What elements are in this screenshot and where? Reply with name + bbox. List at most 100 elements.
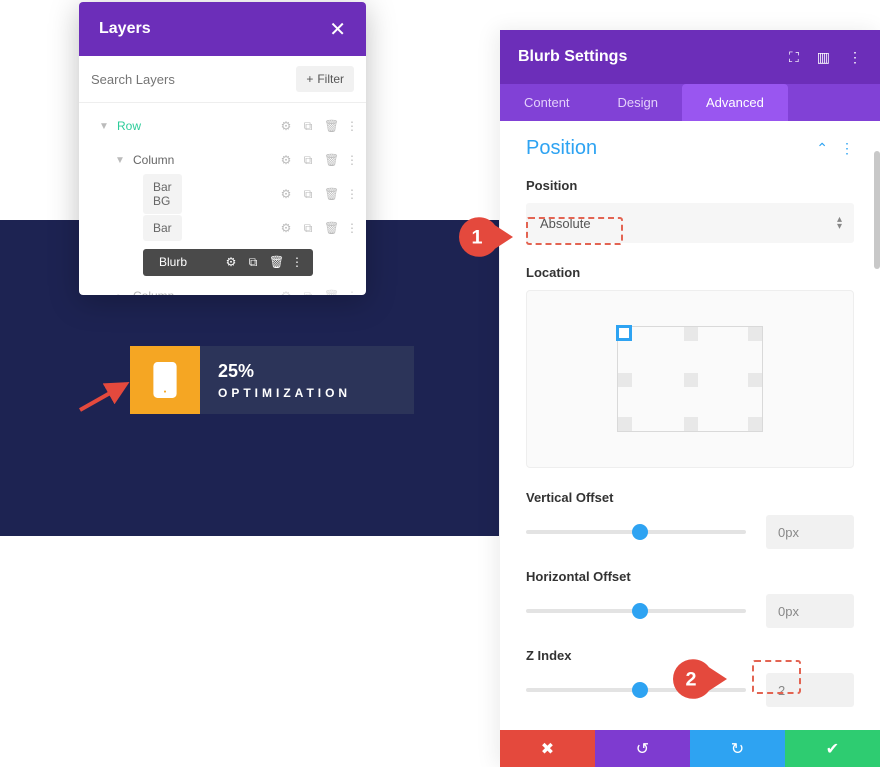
tab-content[interactable]: Content bbox=[500, 84, 594, 121]
columns-icon[interactable]: ▥ bbox=[817, 49, 830, 66]
anchor-middle-left[interactable] bbox=[618, 373, 632, 387]
badge-percent: 25% bbox=[218, 361, 351, 382]
section-title: Position bbox=[526, 137, 597, 160]
hoffset-value[interactable]: 0px bbox=[766, 594, 854, 628]
trash-icon[interactable]: 🗑 bbox=[324, 187, 336, 202]
voffset-slider[interactable] bbox=[526, 530, 746, 534]
tab-advanced[interactable]: Advanced bbox=[682, 84, 788, 121]
scrollbar[interactable] bbox=[874, 151, 880, 269]
layer-name: Column bbox=[127, 289, 280, 295]
slider-thumb[interactable] bbox=[632, 682, 648, 698]
trash-icon[interactable]: 🗑 bbox=[324, 289, 336, 296]
trash-icon[interactable]: 🗑 bbox=[324, 119, 336, 134]
select-caret-icon: ▴▾ bbox=[837, 216, 842, 230]
dots-icon[interactable]: ⋮ bbox=[840, 140, 854, 157]
slider-thumb[interactable] bbox=[632, 603, 648, 619]
layer-name: Bar bbox=[143, 215, 182, 241]
dots-icon[interactable]: ⋮ bbox=[346, 289, 358, 296]
gear-icon[interactable]: ⚙ bbox=[225, 255, 237, 270]
layer-module[interactable]: Bar BG ⚙ ⧉ 🗑 ⋮ bbox=[79, 177, 366, 211]
chevron-down-icon[interactable]: ▼ bbox=[113, 155, 127, 166]
gear-icon[interactable]: ⚙ bbox=[280, 153, 292, 168]
layer-controls: ⚙ ⧉ 🗑 ⋮ bbox=[280, 153, 358, 168]
location-label: Location bbox=[526, 265, 854, 280]
layer-module[interactable]: Bar ⚙ ⧉ 🗑 ⋮ bbox=[79, 211, 366, 245]
layer-controls: ⚙ ⧉ 🗑 ⋮ bbox=[280, 187, 358, 202]
position-select[interactable]: Absolute ▴▾ bbox=[526, 203, 854, 243]
gear-icon[interactable]: ⚙ bbox=[280, 221, 292, 236]
anchor-bottom-center[interactable] bbox=[684, 417, 698, 431]
layer-controls: ⚙ ⧉ 🗑 ⋮ bbox=[280, 119, 358, 134]
trash-icon[interactable]: 🗑 bbox=[324, 221, 336, 236]
layer-row[interactable]: ▼ Row ⚙ ⧉ 🗑 ⋮ bbox=[79, 109, 366, 143]
settings-body: Position ⌃ ⋮ Position Absolute ▴▾ Locati… bbox=[500, 121, 880, 730]
dots-icon[interactable]: ⋮ bbox=[848, 49, 862, 66]
hoffset-label: Horizontal Offset bbox=[526, 569, 854, 584]
anchor-middle-right[interactable] bbox=[748, 373, 762, 387]
slider-thumb[interactable] bbox=[632, 524, 648, 540]
duplicate-icon[interactable]: ⧉ bbox=[302, 221, 314, 236]
chevron-up-icon[interactable]: ⌃ bbox=[816, 140, 828, 157]
filter-button[interactable]: + Filter bbox=[296, 66, 354, 92]
trash-icon[interactable]: 🗑 bbox=[269, 255, 281, 270]
redo-button[interactable]: ↻ bbox=[690, 730, 785, 767]
dots-icon[interactable]: ⋮ bbox=[291, 255, 303, 270]
position-value: Absolute bbox=[540, 216, 591, 231]
duplicate-icon[interactable]: ⧉ bbox=[302, 153, 314, 168]
layers-panel: Layers ✕ + Filter ▼ Row ⚙ ⧉ 🗑 ⋮ ▼ Column… bbox=[79, 2, 366, 295]
location-grid-9 bbox=[617, 326, 763, 432]
anchor-top-right[interactable] bbox=[748, 327, 762, 341]
chevron-right-icon[interactable]: ▸ bbox=[113, 291, 127, 296]
dots-icon[interactable]: ⋮ bbox=[346, 187, 358, 202]
layer-column[interactable]: ▼ Column ⚙ ⧉ 🗑 ⋮ bbox=[79, 143, 366, 177]
hoffset-row: 0px bbox=[526, 594, 854, 628]
settings-title: Blurb Settings bbox=[518, 48, 627, 66]
close-icon[interactable]: ✕ bbox=[329, 17, 346, 42]
anchor-bottom-left[interactable] bbox=[618, 417, 632, 431]
settings-header: Blurb Settings ⛶ ▥ ⋮ bbox=[500, 30, 880, 84]
layer-module-selected[interactable]: Blurb ⚙ ⧉ 🗑 ⋮ bbox=[79, 245, 366, 279]
filter-label: Filter bbox=[317, 72, 344, 86]
search-input[interactable] bbox=[91, 72, 288, 87]
anchor-top-left[interactable] bbox=[616, 325, 632, 341]
voffset-label: Vertical Offset bbox=[526, 490, 854, 505]
section-icons: ⌃ ⋮ bbox=[816, 140, 854, 157]
hoffset-slider[interactable] bbox=[526, 609, 746, 613]
confirm-button[interactable]: ✔ bbox=[785, 730, 880, 767]
gear-icon[interactable]: ⚙ bbox=[280, 187, 292, 202]
optimization-badge: 25% OPTIMIZATION bbox=[130, 346, 414, 414]
anchor-top-center[interactable] bbox=[684, 327, 698, 341]
chevron-down-icon[interactable]: ▼ bbox=[97, 121, 111, 132]
dots-icon[interactable]: ⋮ bbox=[346, 119, 358, 134]
layer-controls: ⚙ ⧉ 🗑 ⋮ bbox=[225, 255, 303, 270]
layer-tree: ▼ Row ⚙ ⧉ 🗑 ⋮ ▼ Column ⚙ ⧉ 🗑 ⋮ Bar BG ⚙ bbox=[79, 103, 366, 295]
voffset-value[interactable]: 0px bbox=[766, 515, 854, 549]
duplicate-icon[interactable]: ⧉ bbox=[247, 255, 259, 270]
zindex-value[interactable]: 2 bbox=[766, 673, 854, 707]
layer-column[interactable]: ▸ Column ⚙ ⧉ 🗑 ⋮ bbox=[79, 279, 366, 295]
callout-number-1: 1 bbox=[459, 215, 513, 259]
gear-icon[interactable]: ⚙ bbox=[280, 119, 292, 134]
cancel-button[interactable]: ✖ bbox=[500, 730, 595, 767]
layer-name: Column bbox=[127, 153, 280, 167]
expand-icon[interactable]: ⛶ bbox=[789, 49, 799, 66]
undo-button[interactable]: ↺ bbox=[595, 730, 690, 767]
duplicate-icon[interactable]: ⧉ bbox=[302, 289, 314, 296]
tab-design[interactable]: Design bbox=[594, 84, 682, 121]
action-bar: ✖ ↺ ↻ ✔ bbox=[500, 730, 880, 767]
layer-controls: ⚙ ⧉ 🗑 ⋮ bbox=[280, 289, 358, 296]
svg-text:1: 1 bbox=[471, 226, 482, 248]
anchor-bottom-right[interactable] bbox=[748, 417, 762, 431]
voffset-row: 0px bbox=[526, 515, 854, 549]
duplicate-icon[interactable]: ⧉ bbox=[302, 187, 314, 202]
dots-icon[interactable]: ⋮ bbox=[346, 221, 358, 236]
gear-icon[interactable]: ⚙ bbox=[280, 289, 292, 296]
dots-icon[interactable]: ⋮ bbox=[346, 153, 358, 168]
position-label: Position bbox=[526, 178, 854, 193]
trash-icon[interactable]: 🗑 bbox=[324, 153, 336, 168]
layer-name: Bar BG bbox=[143, 174, 182, 214]
layers-title: Layers bbox=[99, 20, 151, 38]
duplicate-icon[interactable]: ⧉ bbox=[302, 119, 314, 134]
section-header[interactable]: Position ⌃ ⋮ bbox=[526, 137, 854, 160]
anchor-middle-center[interactable] bbox=[684, 373, 698, 387]
